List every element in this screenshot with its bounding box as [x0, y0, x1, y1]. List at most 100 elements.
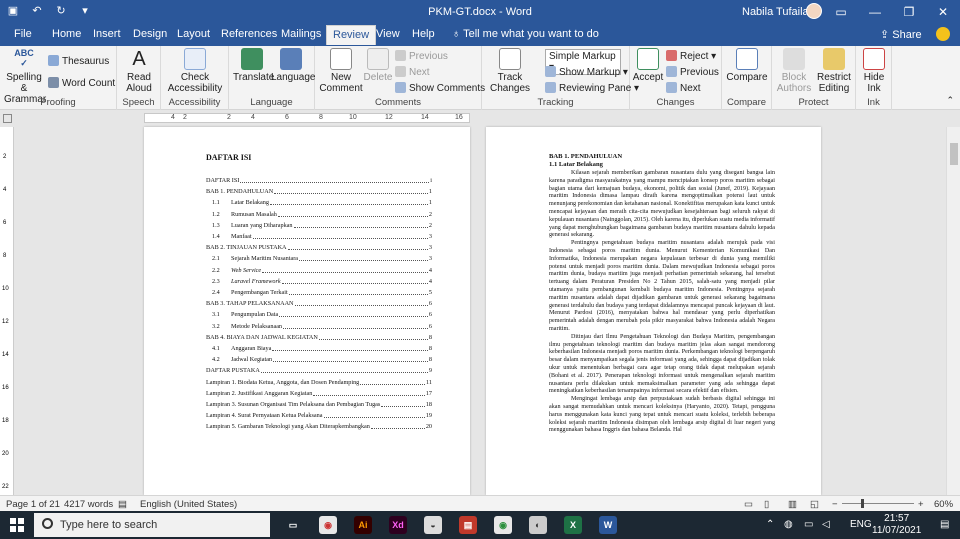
ribbon-display-options-icon[interactable]: ▭: [824, 0, 858, 24]
tab-file[interactable]: File: [14, 28, 32, 40]
clock[interactable]: 21:57 11/07/2021: [872, 513, 921, 537]
tab-references[interactable]: References: [221, 28, 277, 40]
collapse-ribbon-icon[interactable]: ⌃: [946, 95, 954, 106]
accept-button[interactable]: Accept: [632, 48, 664, 83]
new-comment-button[interactable]: New Comment: [319, 48, 363, 94]
xd-icon[interactable]: Xd: [389, 516, 407, 534]
notifications-icon[interactable]: ▤: [940, 519, 949, 530]
windows-start-icon[interactable]: [10, 518, 24, 532]
read-aloud-button[interactable]: A Read Aloud: [121, 48, 157, 94]
user-name[interactable]: Nabila Tufailah: [742, 6, 815, 18]
focus-mode-icon[interactable]: ▭: [744, 499, 753, 510]
share-button[interactable]: ⇪ Share: [880, 28, 922, 41]
toc-entry[interactable]: 1.2 Rumusan Masalah 2: [212, 211, 432, 219]
minimize-button[interactable]: —: [858, 0, 892, 24]
volume-icon[interactable]: ◁: [822, 519, 830, 530]
toc-entry[interactable]: 3.1 Pengumpulan Data 6: [212, 311, 432, 319]
next-comment-button[interactable]: Next: [395, 66, 430, 78]
tray-overflow-icon[interactable]: ⌃: [766, 519, 774, 530]
chrome-icon-2[interactable]: ◉: [494, 516, 512, 534]
toc-entry[interactable]: BAB 2. TINJAUAN PUSTAKA 3: [206, 244, 432, 252]
tab-view[interactable]: View: [376, 28, 400, 40]
toc-entry[interactable]: 2.2 Web Service 4: [212, 267, 432, 275]
toc-entry[interactable]: DAFTAR ISI i: [206, 177, 432, 185]
tab-mailings[interactable]: Mailings: [281, 28, 321, 40]
battery-icon[interactable]: ▭: [804, 519, 813, 530]
hide-ink-button[interactable]: Hide Ink: [858, 48, 890, 94]
next-change-button[interactable]: Next: [666, 82, 701, 94]
toc-entry[interactable]: 2.3 Laravel Framework 4: [212, 278, 432, 286]
previous-change-button[interactable]: Previous: [666, 66, 719, 78]
word-count[interactable]: 4217 words: [64, 499, 113, 510]
toc-entry[interactable]: Lampiran 2. Justifikasi Anggaran Kegiata…: [206, 390, 432, 398]
reviewing-pane-button[interactable]: Reviewing Pane ▾: [545, 82, 639, 94]
track-changes-button[interactable]: Track Changes: [486, 48, 534, 94]
close-button[interactable]: ✕: [926, 0, 960, 24]
show-comments-button[interactable]: Show Comments: [395, 82, 485, 94]
toc-entry[interactable]: 1.3 Luaran yang Diharapkan 2: [212, 222, 432, 230]
task-view-icon[interactable]: ▭: [284, 516, 302, 534]
toc-entry[interactable]: Lampiran 4. Surat Pernyataan Ketua Pelak…: [206, 412, 432, 420]
scrollbar-thumb[interactable]: [950, 143, 958, 165]
tab-layout[interactable]: Layout: [177, 28, 210, 40]
tab-selector[interactable]: [3, 114, 12, 123]
language-status[interactable]: English (United States): [140, 499, 237, 510]
zoom-out-button[interactable]: −: [832, 499, 838, 510]
word-count-button[interactable]: Word Count: [48, 77, 115, 89]
zoom-slider[interactable]: [842, 503, 914, 504]
toc-entry[interactable]: Lampiran 3. Susunan Organisasi Tim Pelak…: [206, 401, 432, 409]
page-count[interactable]: Page 1 of 21: [6, 499, 60, 510]
restrict-editing-button[interactable]: Restrict Editing: [814, 48, 854, 94]
toc-entry[interactable]: DAFTAR PUSTAKA 9: [206, 367, 432, 375]
proofing-status-icon[interactable]: ▤: [118, 499, 127, 510]
tab-help[interactable]: Help: [412, 28, 435, 40]
toc-entry[interactable]: Lampiran 1. Biodata Ketua, Anggota, dan …: [206, 379, 432, 387]
zoom-level[interactable]: 60%: [934, 499, 953, 510]
compare-button[interactable]: Compare: [725, 48, 769, 83]
tab-review[interactable]: Review: [326, 25, 377, 45]
illustrator-icon[interactable]: Ai: [354, 516, 372, 534]
toc-entry[interactable]: 2.4 Pengembangan Terkait 5: [212, 289, 432, 297]
vertical-ruler[interactable]: 2 4 6 8 10 12 14 16 18 20 22: [0, 127, 14, 495]
avatar[interactable]: [806, 3, 822, 19]
feedback-smiley-icon[interactable]: [936, 27, 950, 41]
horizontal-ruler[interactable]: 4 2 2 4 6 8 10 12 14 16: [0, 111, 960, 125]
reject-button[interactable]: Reject ▾: [666, 50, 716, 62]
toc-entry[interactable]: 4.1 Anggaran Biaya 8: [212, 345, 432, 353]
excel-icon[interactable]: X: [564, 516, 582, 534]
zoom-slider-thumb[interactable]: [861, 499, 864, 508]
toc-entry[interactable]: 1.4 Manfaat 3: [212, 233, 432, 241]
network-icon[interactable]: ◍: [784, 519, 793, 530]
document-page-2[interactable]: BAB 1. PENDAHULUAN 1.1 Latar Belakang Ki…: [486, 127, 821, 495]
toc-entry[interactable]: 2.1 Sejarah Maritim Nusantara 3: [212, 255, 432, 263]
print-layout-icon[interactable]: ▥: [788, 499, 797, 510]
thesaurus-button[interactable]: Thesaurus: [48, 55, 109, 67]
zoom-in-button[interactable]: +: [918, 499, 924, 510]
chrome-icon[interactable]: ◉: [319, 516, 337, 534]
tab-design[interactable]: Design: [133, 28, 167, 40]
restore-button[interactable]: ❐: [892, 0, 926, 24]
taskbar-search[interactable]: Type here to search: [34, 513, 270, 537]
toc-entry[interactable]: BAB 1. PENDAHULUAN 1: [206, 188, 432, 196]
toc-entry[interactable]: 3.2 Metode Pelaksanaan 6: [212, 323, 432, 331]
word-icon[interactable]: W: [599, 516, 617, 534]
language-button[interactable]: Language: [271, 48, 316, 83]
web-layout-icon[interactable]: ◱: [810, 499, 819, 510]
toc-entry[interactable]: 4.2 Jadwal Kegiatan 8: [212, 356, 432, 364]
toc-entry[interactable]: BAB 3. TAHAP PELAKSANAAN 6: [206, 300, 432, 308]
tab-home[interactable]: Home: [52, 28, 81, 40]
tab-insert[interactable]: Insert: [93, 28, 121, 40]
show-markup-button[interactable]: Show Markup ▾: [545, 66, 628, 78]
check-accessibility-button[interactable]: Check Accessibility: [165, 48, 225, 94]
delete-comment-button[interactable]: Delete: [363, 48, 393, 83]
app-icon-2[interactable]: ▤: [459, 516, 477, 534]
translate-button[interactable]: Translate: [233, 48, 274, 83]
toc-entry[interactable]: Lampiran 5. Gambaran Teknologi yang Akan…: [206, 423, 432, 431]
vertical-scrollbar[interactable]: [946, 127, 960, 495]
input-language[interactable]: ENG: [850, 519, 872, 530]
document-page-1[interactable]: DAFTAR ISI DAFTAR ISI i BAB 1. PENDAHULUAN…: [144, 127, 470, 495]
tell-me-search[interactable]: ♁ Tell me what you want to do: [452, 28, 599, 40]
app-icon-3[interactable]: ◐: [529, 516, 547, 534]
block-authors-button[interactable]: Block Authors: [774, 48, 814, 94]
toc-entry[interactable]: 1.1 Latar Belakang 1: [212, 199, 432, 207]
